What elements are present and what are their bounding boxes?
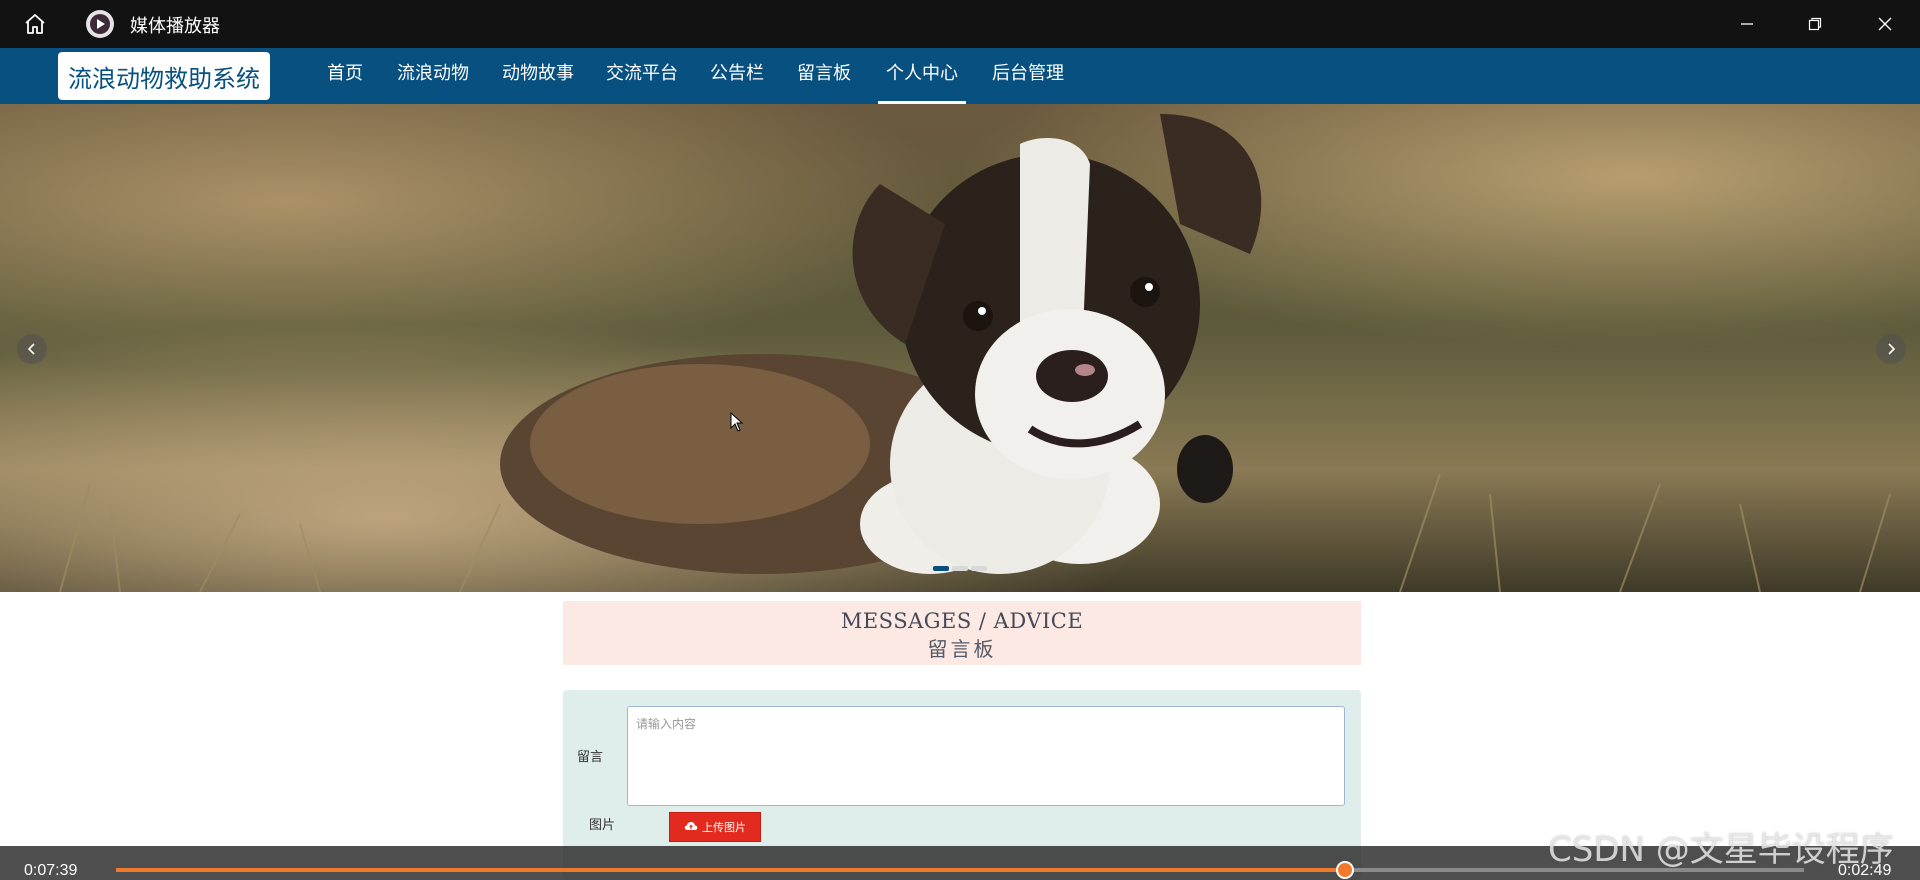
nav-animal-stories[interactable]: 动物故事 [502,48,574,104]
nav-personal-center[interactable]: 个人中心 [878,48,966,104]
carousel-indicators [933,566,987,571]
message-textarea[interactable] [627,706,1345,806]
media-player-titlebar: 媒体播放器 [0,0,1920,48]
home-icon[interactable] [20,10,50,38]
puppy-banner-image [0,104,1920,592]
close-icon[interactable] [1862,8,1908,40]
messages-section-header: MESSAGES / ADVICE 留言板 [563,601,1361,665]
messages-title-cn: 留言板 [927,637,997,661]
messages-title-en: MESSAGES / ADVICE [840,609,1084,633]
seek-bar-progress [116,868,1345,872]
watermark-text: CSDN @文星毕设程序 [1548,830,1894,870]
upload-image-button[interactable]: 上传图片 [669,812,761,842]
cloud-upload-icon [684,820,698,835]
site-navbar: 流浪动物救助系统 首页 流浪动物 动物故事 交流平台 公告栏 留言板 个人中心 … [0,48,1920,104]
nav-bulletin-board[interactable]: 公告栏 [710,48,764,104]
media-player-icon [86,10,114,38]
carousel-dot[interactable] [952,566,968,571]
chevron-left-icon[interactable] [17,334,47,364]
nav-exchange-platform[interactable]: 交流平台 [606,48,678,104]
banner-carousel[interactable] [0,104,1920,592]
current-time: 0:07:39 [24,862,78,879]
image-label: 图片 [589,818,616,833]
seek-bar-thumb[interactable] [1335,861,1354,879]
carousel-dot[interactable] [971,566,987,571]
nav-home[interactable]: 首页 [327,48,363,104]
mouse-cursor-icon [730,411,744,436]
nav-message-board[interactable]: 留言板 [797,48,851,104]
window-title: 媒体播放器 [130,16,220,37]
restore-icon[interactable] [1792,8,1838,40]
nav-stray-animals[interactable]: 流浪动物 [397,48,469,104]
upload-button-label: 上传图片 [702,821,746,834]
message-label: 留言 [577,750,604,765]
nav-admin[interactable]: 后台管理 [992,48,1064,104]
chevron-right-icon[interactable] [1876,334,1906,364]
carousel-dot[interactable] [933,566,949,571]
minimize-icon[interactable] [1724,8,1770,40]
site-logo[interactable]: 流浪动物救助系统 [58,52,270,100]
